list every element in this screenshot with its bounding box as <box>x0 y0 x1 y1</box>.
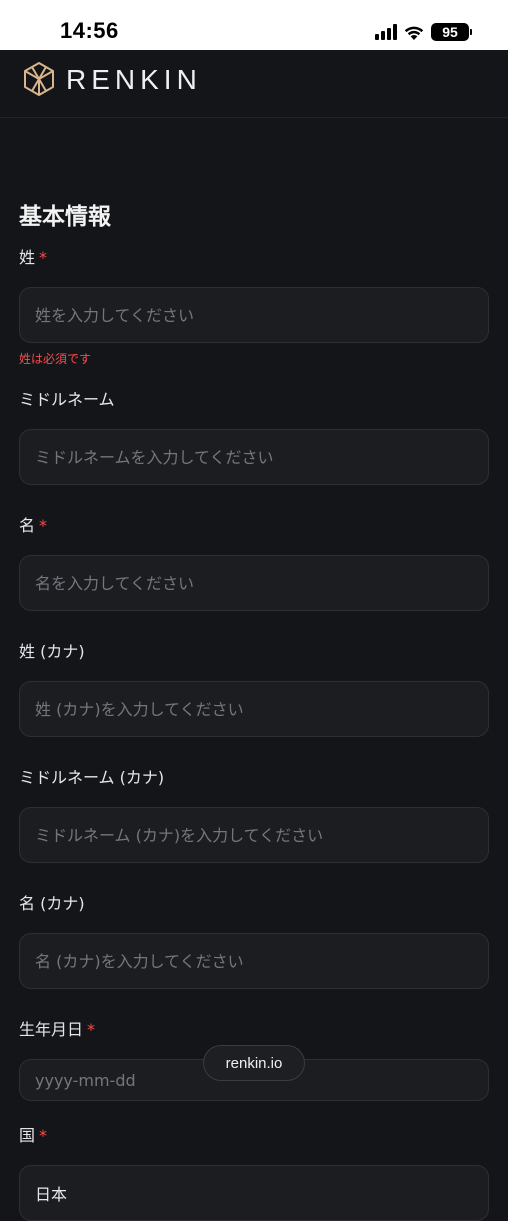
required-mark: * <box>39 248 48 267</box>
field-label: 姓 * <box>19 248 48 267</box>
field-first-name: 名 * <box>19 514 489 611</box>
field-country: 国 * <box>19 1124 489 1221</box>
field-label: ミドルネーム <box>19 390 115 409</box>
middle-name-input[interactable] <box>19 429 489 485</box>
last-name-kana-input[interactable] <box>19 681 489 737</box>
last-name-input[interactable] <box>19 287 489 343</box>
field-label: 名 * <box>19 516 48 535</box>
first-name-kana-input[interactable] <box>19 933 489 989</box>
field-label: 国 * <box>19 1126 48 1145</box>
field-last-name: 姓* 姓は必須です <box>19 246 489 367</box>
field-label: 名 (カナ) <box>19 894 85 913</box>
wifi-icon <box>404 26 424 40</box>
field-label: 姓 (カナ) <box>19 642 85 661</box>
field-last-name-kana: 姓 (カナ) <box>19 640 489 737</box>
field-first-name-kana: 名 (カナ) <box>19 892 489 989</box>
signal-icon <box>375 24 397 40</box>
first-name-input[interactable] <box>19 555 489 611</box>
battery-icon: 95 <box>431 23 472 41</box>
status-bar: 14:56 95 <box>0 0 508 50</box>
section-title: 基本情報 <box>19 204 111 230</box>
required-mark: * <box>87 1020 96 1039</box>
field-middle-name: ミドルネーム <box>19 388 489 485</box>
cube-logo-icon[interactable] <box>21 61 57 97</box>
middle-name-kana-input[interactable] <box>19 807 489 863</box>
brand-name[interactable]: RENKIN <box>66 64 202 96</box>
field-label: 生年月日 * <box>19 1020 96 1039</box>
app-header: RENKIN <box>0 50 508 118</box>
last-name-error: 姓は必須です <box>19 352 92 366</box>
field-middle-name-kana: ミドルネーム (カナ) <box>19 766 489 863</box>
country-input[interactable] <box>19 1165 489 1221</box>
required-mark: * <box>39 1126 48 1145</box>
field-label: ミドルネーム (カナ) <box>19 768 165 787</box>
browser-url-pill[interactable]: renkin.io <box>203 1045 305 1081</box>
required-mark: * <box>39 516 48 535</box>
status-time: 14:56 <box>60 18 119 43</box>
battery-level: 95 <box>431 23 469 41</box>
status-icons: 95 <box>375 20 472 44</box>
